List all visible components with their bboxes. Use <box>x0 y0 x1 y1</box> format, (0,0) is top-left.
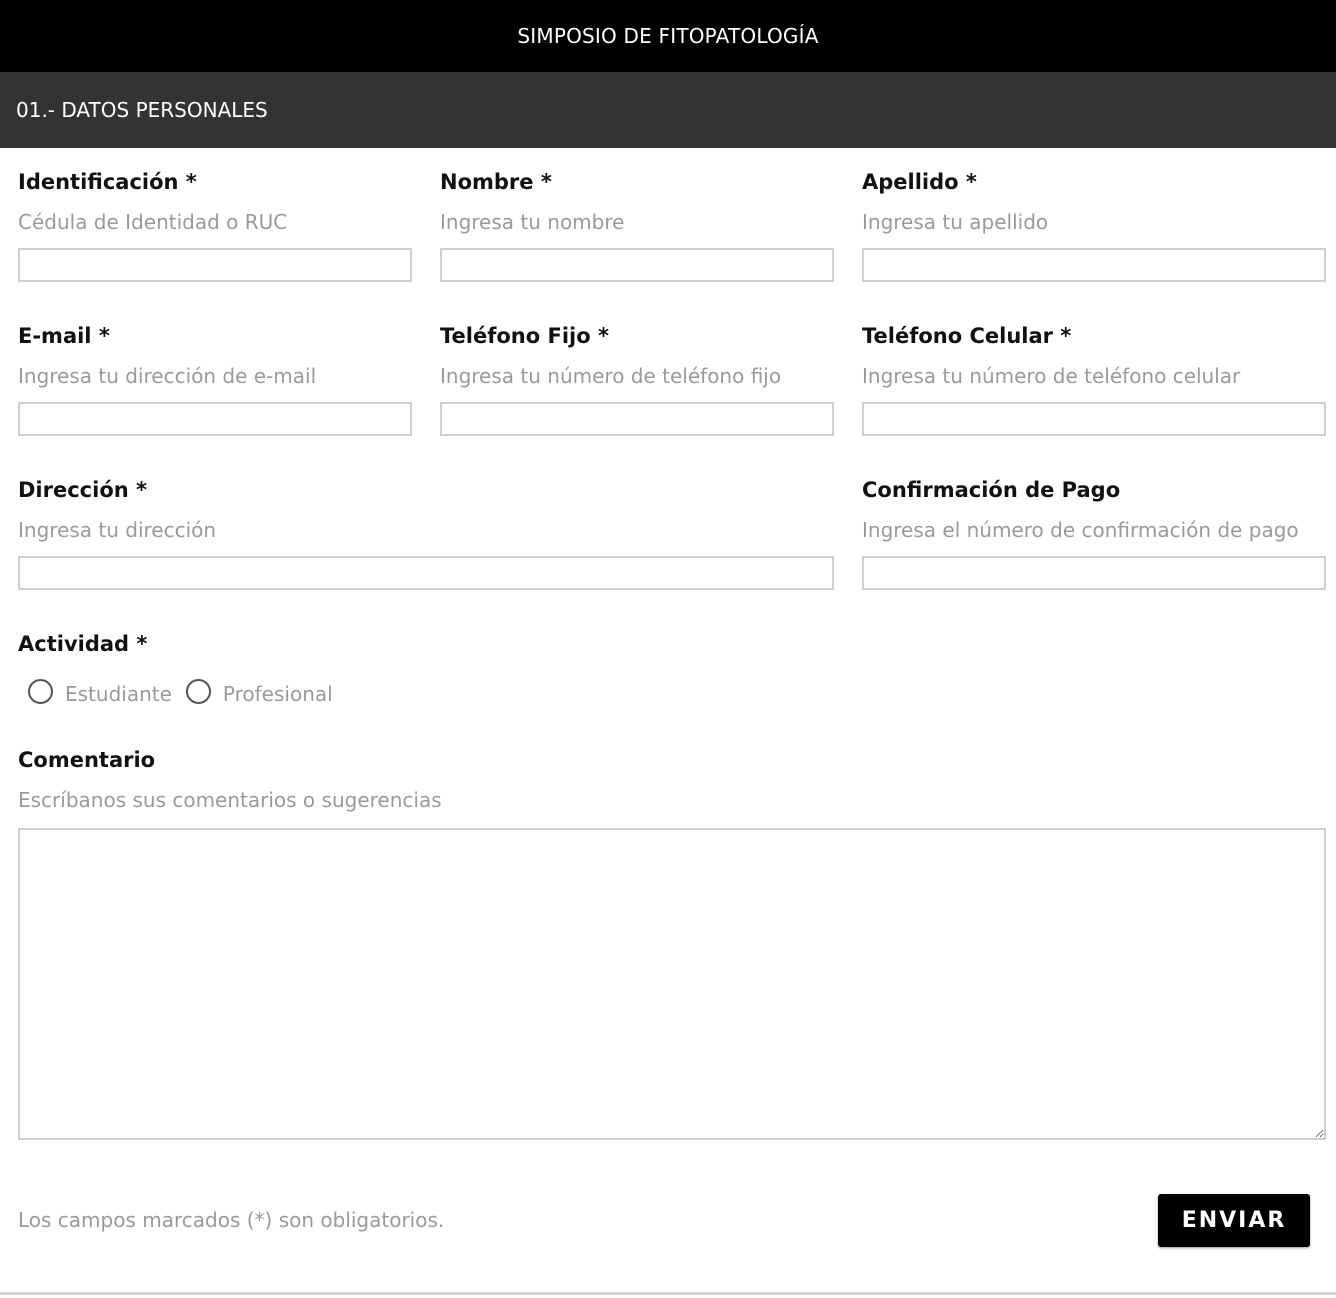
radio-estudiante-label: Estudiante <box>65 682 172 706</box>
apellido-input[interactable] <box>862 248 1326 282</box>
nombre-label: Nombre * <box>440 170 552 194</box>
header-bar: SIMPOSIO DE FITOPATOLOGÍA <box>0 0 1336 72</box>
radio-circle-icon[interactable] <box>185 678 211 704</box>
radio-estudiante[interactable]: Estudiante <box>28 676 172 706</box>
radio-profesional[interactable]: Profesional <box>185 676 333 706</box>
identificacion-label: Identificación * <box>18 170 197 194</box>
radio-profesional-label: Profesional <box>222 682 333 706</box>
nombre-hint: Ingresa tu nombre <box>440 210 625 234</box>
submit-button[interactable]: ENVIAR <box>1158 1194 1310 1247</box>
apellido-hint: Ingresa tu apellido <box>862 210 1049 234</box>
bottom-divider <box>0 1292 1336 1295</box>
actividad-radio-group: Estudiante Profesional <box>28 676 347 706</box>
actividad-label: Actividad * <box>18 632 148 656</box>
email-input[interactable] <box>18 402 412 436</box>
page-title: SIMPOSIO DE FITOPATOLOGÍA <box>517 24 819 48</box>
direccion-hint: Ingresa tu dirección <box>18 518 217 542</box>
direccion-input[interactable] <box>18 556 834 590</box>
comentario-hint: Escríbanos sus comentarios o sugerencias <box>18 788 442 812</box>
identificacion-hint: Cédula de Identidad o RUC <box>18 210 288 234</box>
identificacion-input[interactable] <box>18 248 412 282</box>
section-header: 01.- DATOS PERSONALES <box>0 72 1336 148</box>
apellido-label: Apellido * <box>862 170 977 194</box>
confirmacion-pago-hint: Ingresa el número de confirmación de pag… <box>862 518 1299 542</box>
telefono-celular-label: Teléfono Celular * <box>862 324 1072 348</box>
confirmacion-pago-input[interactable] <box>862 556 1326 590</box>
nombre-input[interactable] <box>440 248 834 282</box>
radio-circle-icon[interactable] <box>28 678 53 704</box>
telefono-fijo-label: Teléfono Fijo * <box>440 324 609 348</box>
telefono-fijo-input[interactable] <box>440 402 834 436</box>
email-hint: Ingresa tu dirección de e-mail <box>18 364 317 388</box>
direccion-label: Dirección * <box>18 478 147 502</box>
registration-page: SIMPOSIO DE FITOPATOLOGÍA 01.- DATOS PER… <box>0 0 1336 1298</box>
comentario-label: Comentario <box>18 748 156 772</box>
comentario-textarea[interactable] <box>18 828 1326 1140</box>
section-title: 01.- DATOS PERSONALES <box>16 98 268 122</box>
email-label: E-mail * <box>18 324 110 348</box>
telefono-celular-hint: Ingresa tu número de teléfono celular <box>862 364 1241 388</box>
required-fields-note: Los campos marcados (*) son obligatorios… <box>18 1208 445 1232</box>
telefono-celular-input[interactable] <box>862 402 1326 436</box>
telefono-fijo-hint: Ingresa tu número de teléfono fijo <box>440 364 782 388</box>
confirmacion-pago-label: Confirmación de Pago <box>862 478 1121 502</box>
